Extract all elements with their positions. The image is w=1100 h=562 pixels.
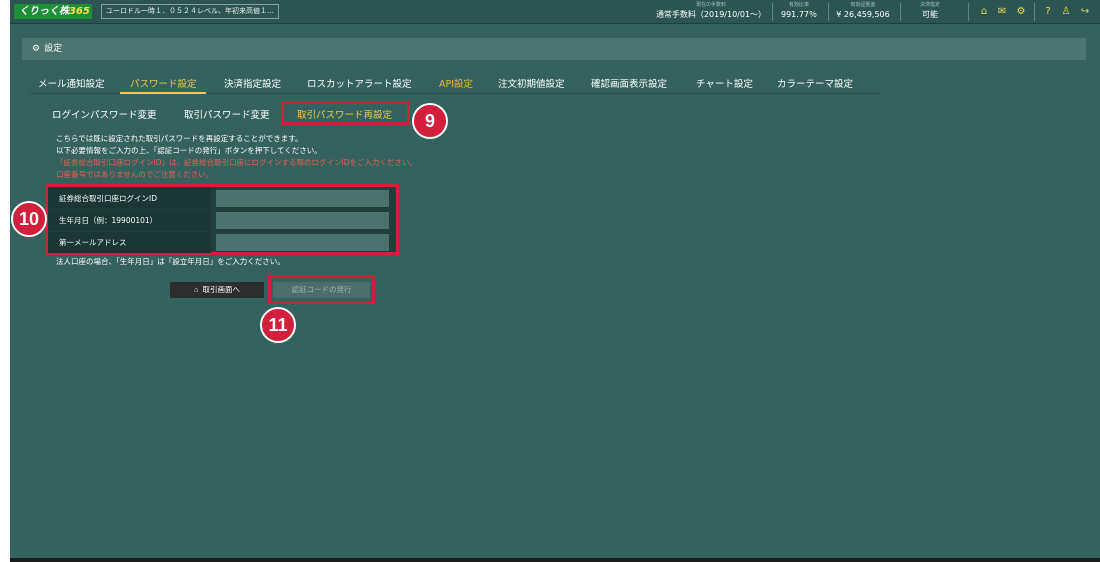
margin-label: 有効証拠金 <box>850 2 876 8</box>
tab-color-theme[interactable]: カラーテーマ設定 <box>777 76 853 90</box>
info-text: こちらでは既に設定された取引パスワードを再設定することができます。 <box>56 134 303 143</box>
header-divider <box>968 3 969 21</box>
callout-9: 9 <box>412 103 448 139</box>
issue-auth-code-button[interactable]: 認証コードの発行 <box>273 282 370 298</box>
tab-losscut-alert[interactable]: ロスカットアラート設定 <box>307 76 412 90</box>
settings-title-bar: ⚙ 設定 <box>22 38 1086 60</box>
app-frame: くりっく株365 ユーロドル一時１．０５２４レベル、年初来高値１... 現在の手… <box>10 0 1100 562</box>
settings-title: 設定 <box>44 44 63 54</box>
header-divider <box>1034 3 1035 21</box>
help-icon[interactable]: ? <box>1042 6 1054 18</box>
subtab-login-password-change[interactable]: ログインパスワード変更 <box>52 107 157 121</box>
margin-value: ¥ 26,459,506 <box>836 10 890 19</box>
logo-number: 365 <box>69 6 90 17</box>
header-divider <box>900 3 901 21</box>
go-to-trading-button[interactable]: ⌂ 取引画面へ <box>170 282 264 298</box>
subtab-trade-password-change[interactable]: 取引パスワード変更 <box>184 107 270 121</box>
app-logo: くりっく株365 <box>14 4 92 19</box>
news-ticker[interactable]: ユーロドル一時１．０５２４レベル、年初来高値１... <box>101 4 279 19</box>
active-tab-indicator <box>120 92 206 94</box>
form-row-email: 第一メールアドレス <box>48 232 396 253</box>
margin-status: 有効証拠金 ¥ 26,459,506 <box>830 2 896 21</box>
header-divider <box>772 3 773 21</box>
fee-status: 現在の手数料 通常手数料（2019/10/01〜） <box>636 2 786 21</box>
user-icon[interactable]: ♙ <box>1060 6 1072 18</box>
fee-value: 通常手数料（2019/10/01〜） <box>655 10 767 19</box>
form-row-login-id: 証券総合取引口座ログインID <box>48 188 396 209</box>
settings-main-tabs: メール通知設定 パスワード設定 決済指定設定 ロスカットアラート設定 API設定… <box>30 70 880 94</box>
highlight-box-subtab <box>281 101 410 125</box>
top-header: くりっく株365 ユーロドル一時１．０５２４レベル、年初来高値１... 現在の手… <box>10 0 1100 24</box>
mail-icon[interactable]: ✉ <box>996 6 1008 18</box>
tab-mail-notification[interactable]: メール通知設定 <box>38 76 105 90</box>
callout-10: 10 <box>11 201 47 237</box>
tab-confirmation-display[interactable]: 確認画面表示設定 <box>591 76 667 90</box>
corporate-account-note: 法人口座の場合、「生年月日」は「設立年月日」をご入力ください。 <box>56 257 285 266</box>
email-input[interactable] <box>216 234 389 251</box>
reset-form: 証券総合取引口座ログインID 生年月日（例：19900101） 第一メールアドレ… <box>45 184 399 255</box>
margin-ratio-value: 991.77％ <box>781 10 817 19</box>
tab-chart[interactable]: チャート設定 <box>696 76 753 90</box>
home-icon[interactable]: ⌂ <box>978 6 990 18</box>
margin-ratio-status: 有効比率 991.77％ <box>774 2 824 21</box>
margin-ratio-label: 有効比率 <box>788 2 809 8</box>
home-icon: ⌂ <box>193 285 199 294</box>
logo-text: くりっく株 <box>19 6 69 17</box>
gear-icon: ⚙ <box>32 44 41 54</box>
login-id-label: 証券総合取引口座ログインID <box>48 188 211 209</box>
fee-label: 現在の手数料 <box>695 2 726 8</box>
warning-text: 口座番号ではありませんのでご注意ください。 <box>56 170 214 179</box>
header-divider <box>828 3 829 21</box>
tab-password[interactable]: パスワード設定 <box>130 76 197 90</box>
email-label: 第一メールアドレス <box>48 232 211 253</box>
tab-api[interactable]: API設定 <box>439 76 473 90</box>
tab-order-defaults[interactable]: 注文初期値設定 <box>498 76 565 90</box>
settlement-value: 可能 <box>922 10 938 19</box>
settlement-status: 決済指定 可能 <box>906 2 954 21</box>
gear-icon[interactable]: ⚙ <box>1015 6 1027 18</box>
highlight-box-auth-button: 認証コードの発行 <box>268 275 375 304</box>
callout-11: 11 <box>260 307 296 343</box>
settlement-label: 決済指定 <box>919 2 940 8</box>
login-id-input[interactable] <box>216 190 389 207</box>
birthdate-label: 生年月日（例：19900101） <box>48 210 211 231</box>
form-row-birthdate: 生年月日（例：19900101） <box>48 210 396 231</box>
go-to-trading-label: 取引画面へ <box>202 285 241 294</box>
bottom-border <box>10 558 1100 562</box>
warning-text: 「証券総合取引口座ログインID」は、証券総合取引口座にログインする際のログインI… <box>56 158 417 167</box>
logout-icon[interactable]: ↪ <box>1079 6 1091 18</box>
info-text: 以下必要情報をご入力の上、「認証コードの発行」ボタンを押下してください。 <box>56 146 322 155</box>
birthdate-input[interactable] <box>216 212 389 229</box>
tab-settlement[interactable]: 決済指定設定 <box>224 76 281 90</box>
